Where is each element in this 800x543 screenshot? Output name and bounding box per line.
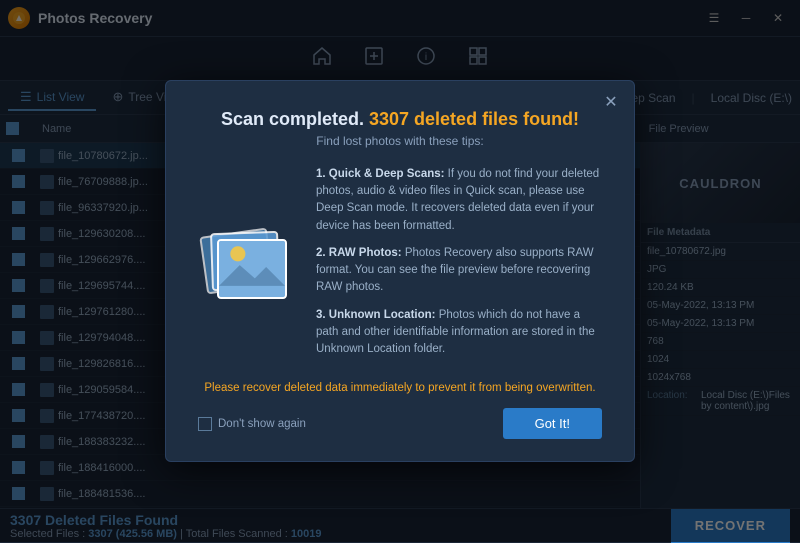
tip-heading: 2. RAW Photos: — [316, 247, 402, 259]
modal-title-highlight: 3307 deleted files found! — [369, 109, 579, 129]
got-it-button[interactable]: Got It! — [503, 408, 602, 439]
modal-close-button[interactable]: ✕ — [600, 91, 622, 113]
dont-show-label[interactable]: Don't show again — [198, 417, 306, 431]
dont-show-text: Don't show again — [218, 418, 306, 430]
modal-warning: Please recover deleted data immediately … — [198, 382, 602, 394]
modal-footer: Don't show again Got It! — [198, 408, 602, 439]
dont-show-checkbox[interactable] — [198, 417, 212, 431]
scan-complete-modal: ✕ Scan completed. 3307 deleted files fou… — [165, 80, 635, 463]
tip-heading: 1. Quick & Deep Scans: — [316, 168, 444, 180]
photo-icon-stack — [203, 227, 293, 307]
modal-tip: 3. Unknown Location: Photos which do not… — [316, 307, 602, 359]
photo-card-front — [217, 239, 287, 299]
modal-tip: 2. RAW Photos: Photos Recovery also supp… — [316, 245, 602, 297]
modal-icon-area — [198, 166, 298, 369]
modal-title-static: Scan completed. — [221, 109, 364, 129]
modal-body: 1. Quick & Deep Scans: If you do not fin… — [198, 166, 602, 369]
modal-overlay: ✕ Scan completed. 3307 deleted files fou… — [0, 0, 800, 542]
modal-tips: 1. Quick & Deep Scans: If you do not fin… — [316, 166, 602, 369]
modal-subtitle: Find lost photos with these tips: — [198, 134, 602, 148]
modal-tip: 1. Quick & Deep Scans: If you do not fin… — [316, 166, 602, 235]
tip-heading: 3. Unknown Location: — [316, 309, 435, 321]
modal-title: Scan completed. 3307 deleted files found… — [198, 109, 602, 130]
